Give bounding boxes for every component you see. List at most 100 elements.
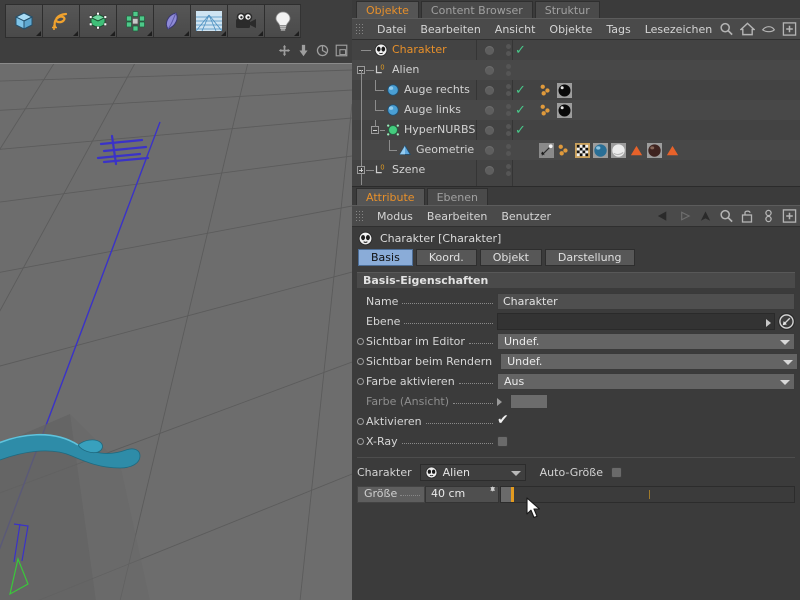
tab-koord[interactable]: Koord. [415, 249, 477, 266]
material-brown-tag[interactable] [647, 142, 662, 158]
xray-checkbox[interactable] [497, 436, 508, 447]
farbe-aktivieren-select[interactable]: Aus [497, 373, 795, 390]
visibility-dot[interactable] [478, 65, 500, 75]
groesse-input[interactable]: 40 cm ▲ ▼ [425, 485, 499, 503]
menu-bearbeiten[interactable]: Bearbeiten [413, 19, 487, 40]
up-arrow-icon[interactable] [698, 208, 713, 224]
name-input[interactable]: Charakter [497, 293, 795, 310]
aktivieren-checkbox[interactable]: ✔ [497, 413, 510, 428]
menu-modus[interactable]: Modus [370, 206, 420, 227]
object-tree[interactable]: Charakter ✓ 0 Alien Auge rechts ✓ Auge l… [352, 40, 800, 187]
enable-check-icon[interactable]: ✓ [515, 44, 529, 57]
phong-tag[interactable] [539, 103, 554, 118]
material-black-tag[interactable] [557, 82, 572, 98]
light-button[interactable] [264, 4, 301, 38]
tab-content-browser[interactable]: Content Browser [420, 1, 533, 18]
menu-tags[interactable]: Tags [599, 19, 637, 40]
drag-grip-icon[interactable] [355, 22, 364, 36]
tree-expander[interactable] [371, 126, 379, 134]
link-chain-icon[interactable] [761, 208, 776, 224]
groesse-slider[interactable] [500, 485, 795, 503]
tree-row[interactable]: 0 Alien [352, 60, 800, 185]
render-dots[interactable] [506, 64, 511, 76]
render-dots[interactable] [506, 44, 511, 56]
phong-tag[interactable] [557, 143, 572, 158]
color-swatch[interactable] [510, 394, 548, 409]
sichtbar-editor-select[interactable]: Undef. [497, 333, 795, 350]
tab-struktur[interactable]: Struktur [534, 1, 600, 18]
visibility-dot[interactable] [478, 145, 500, 155]
array-button[interactable] [116, 4, 153, 38]
sichtbar-rendern-select[interactable]: Undef. [500, 353, 799, 370]
tab-darstellung[interactable]: Darstellung [544, 249, 635, 266]
home-icon[interactable] [740, 21, 755, 37]
phong-tag[interactable] [539, 83, 554, 98]
viewport-scale-icon[interactable] [297, 44, 310, 57]
render-dots[interactable] [506, 104, 511, 116]
visibility-dot[interactable] [478, 125, 500, 135]
tree-row[interactable]: 0 Szene [352, 160, 800, 180]
plus-box-icon[interactable] [782, 21, 797, 37]
stepper-arrows-icon[interactable]: ▲ ▼ [490, 485, 495, 492]
spline-button[interactable] [42, 4, 79, 38]
auto-groesse-checkbox[interactable] [611, 467, 622, 478]
property-radio[interactable] [357, 418, 364, 425]
drag-grip-icon[interactable] [355, 209, 364, 223]
nurbs-button[interactable] [79, 4, 116, 38]
menu-benutzer[interactable]: Benutzer [494, 206, 558, 227]
forward-arrow-icon[interactable] [677, 208, 692, 224]
material-black-tag[interactable] [557, 102, 572, 118]
enable-check-icon[interactable]: ✓ [515, 84, 529, 97]
viewport-rotate-icon[interactable] [316, 44, 329, 57]
selection-tag[interactable] [665, 143, 680, 158]
search-icon[interactable] [719, 208, 734, 224]
eye-icon[interactable] [761, 21, 776, 37]
back-arrow-icon[interactable] [656, 208, 671, 224]
enable-check-icon[interactable]: ✓ [515, 124, 529, 137]
viewport-3d[interactable] [0, 63, 352, 600]
camera-button[interactable] [227, 4, 264, 38]
tab-basis[interactable]: Basis [358, 249, 413, 266]
tab-attribute[interactable]: Attribute [356, 188, 425, 205]
property-radio[interactable] [357, 438, 364, 445]
checker-material-tag[interactable] [575, 142, 590, 158]
tab-objekte[interactable]: Objekte [356, 1, 419, 18]
charakter-select[interactable]: Alien [419, 464, 526, 481]
visibility-dot[interactable] [478, 85, 500, 95]
tab-objekt[interactable]: Objekt [479, 249, 542, 266]
menu-objekte[interactable]: Objekte [542, 19, 599, 40]
property-radio[interactable] [357, 358, 364, 365]
slider-knob[interactable] [511, 486, 514, 502]
viewport-move-icon[interactable] [278, 44, 291, 57]
ebene-picker-button[interactable] [778, 313, 795, 330]
material-blue-tag[interactable] [593, 142, 608, 158]
viewport-maximize-icon[interactable] [335, 44, 348, 57]
tree-row[interactable]: Charakter ✓ [352, 40, 800, 60]
selection-tag[interactable] [629, 143, 644, 158]
menu-lesezeichen[interactable]: Lesezeichen [638, 19, 720, 40]
menu-ansicht[interactable]: Ansicht [488, 19, 543, 40]
lock-open-icon[interactable] [740, 208, 755, 224]
enable-check-icon[interactable]: ✓ [515, 104, 529, 117]
render-dots[interactable] [506, 124, 511, 136]
scene-button[interactable] [190, 4, 227, 38]
tree-row[interactable]: Auge links ✓ [352, 100, 800, 120]
visibility-dot[interactable] [478, 165, 500, 175]
make-editable-button[interactable] [5, 4, 42, 38]
property-radio[interactable] [357, 338, 364, 345]
tab-ebenen[interactable]: Ebenen [426, 188, 488, 205]
visibility-dot[interactable] [478, 45, 500, 55]
tree-expander[interactable] [357, 166, 365, 174]
render-dots[interactable] [506, 84, 511, 96]
property-radio[interactable] [357, 378, 364, 385]
menu-bearbeiten[interactable]: Bearbeiten [420, 206, 494, 227]
tree-row[interactable]: HyperNURBS ✓ [352, 120, 800, 140]
render-dots[interactable] [506, 144, 511, 156]
visibility-dot[interactable] [478, 105, 500, 115]
plus-box-icon[interactable] [782, 208, 797, 224]
uvw-tag[interactable] [539, 142, 554, 158]
render-dots[interactable] [506, 164, 511, 176]
tree-row[interactable]: Auge rechts ✓ [352, 80, 800, 100]
tree-row[interactable]: Geometrie [352, 140, 800, 160]
chevron-right-icon[interactable] [497, 397, 502, 406]
